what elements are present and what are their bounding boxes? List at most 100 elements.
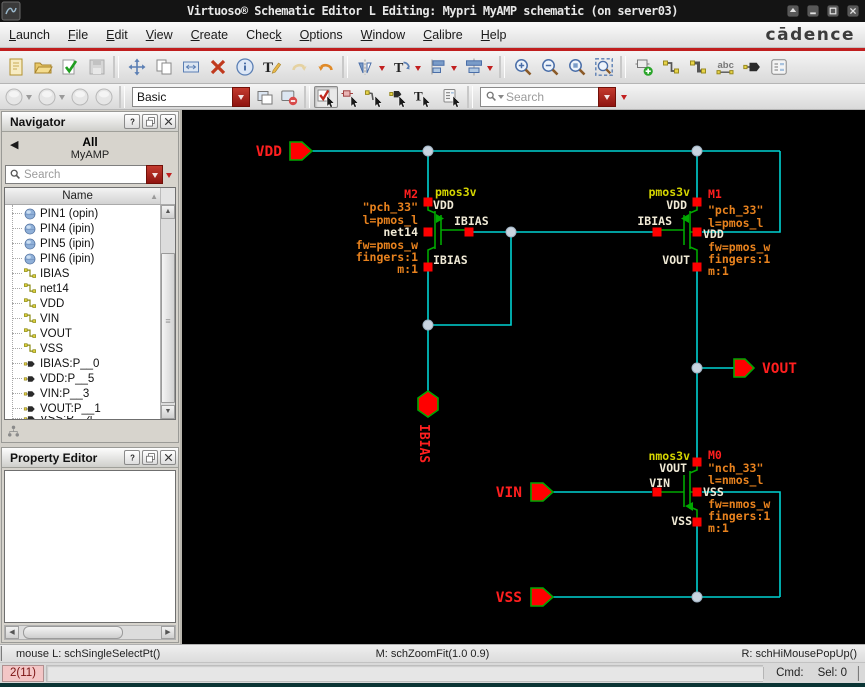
schematic-label[interactable]: VDD xyxy=(666,198,687,212)
schematic-label[interactable]: VSS xyxy=(496,590,522,606)
schematic-label[interactable]: VDD xyxy=(256,144,282,160)
create-label-button[interactable]: abc xyxy=(711,54,738,80)
terminal-square[interactable] xyxy=(692,227,702,237)
junction-dot[interactable] xyxy=(691,145,703,157)
schematic-label[interactable]: VIN xyxy=(496,485,522,501)
search-dropdown-button[interactable] xyxy=(598,86,616,107)
schematic-label[interactable]: VOUT xyxy=(762,361,797,377)
dropdown-arrow[interactable] xyxy=(26,95,32,103)
rotate-button[interactable]: T xyxy=(388,54,415,80)
tree-item-vout[interactable]: VOUT xyxy=(5,326,175,341)
edit-label-button[interactable]: T xyxy=(258,54,285,80)
terminal-square[interactable] xyxy=(652,227,662,237)
align-button[interactable] xyxy=(424,54,451,80)
schematic-label[interactable]: IBIAS xyxy=(416,424,431,463)
hierarchy-icon[interactable] xyxy=(6,424,21,439)
junction-dot[interactable] xyxy=(691,591,703,603)
sel-form-button[interactable] xyxy=(440,86,464,108)
tree-item-vout-p-1[interactable]: VOUT:P__1 xyxy=(5,401,175,416)
panel-help-button[interactable]: ? xyxy=(124,450,140,465)
pin-vdd[interactable] xyxy=(289,141,314,161)
pin-vss[interactable] xyxy=(530,587,555,607)
win-shade-button[interactable] xyxy=(784,4,801,19)
terminal-square[interactable] xyxy=(464,227,474,237)
pin-vout[interactable] xyxy=(733,358,756,378)
save-disabled-button[interactable] xyxy=(83,54,110,80)
menu-calibre[interactable]: Calibre xyxy=(414,28,472,42)
tree-item-ibias-p-0[interactable]: IBIAS:P__0 xyxy=(5,356,175,371)
scroll-down-arrow[interactable]: ▼ xyxy=(161,405,175,419)
schematic-label[interactable]: VOUT xyxy=(662,253,690,267)
terminal-square[interactable] xyxy=(692,262,702,272)
search-options-arrow[interactable] xyxy=(621,95,627,103)
schematic-label[interactable]: m:1 xyxy=(708,521,729,535)
nav-round-button[interactable] xyxy=(35,86,59,108)
back-arrow-icon[interactable]: ◀ xyxy=(10,138,18,151)
dropdown-arrow[interactable] xyxy=(487,65,493,74)
tree-item-ibias[interactable]: IBIAS xyxy=(5,266,175,281)
mirror-button[interactable] xyxy=(352,54,379,80)
toolbar-opt-button[interactable] xyxy=(277,86,301,108)
sel-all-button[interactable] xyxy=(314,85,338,108)
panel-float-button[interactable] xyxy=(142,450,158,465)
create-wire-button[interactable] xyxy=(657,54,684,80)
menu-create[interactable]: Create xyxy=(182,28,238,42)
win-min-button[interactable] xyxy=(804,4,821,19)
property-editor-header[interactable]: Property Editor ? xyxy=(2,448,178,468)
zoom-sel-button[interactable] xyxy=(563,54,590,80)
schematic-label[interactable]: IBIAS xyxy=(454,214,489,228)
menu-help[interactable]: Help xyxy=(472,28,516,42)
sel-pin-button[interactable] xyxy=(386,86,410,108)
junction-dot[interactable] xyxy=(422,145,434,157)
sort-arrow-icon[interactable]: ▲ xyxy=(150,192,158,201)
menu-file[interactable]: File xyxy=(59,28,97,42)
schematic-label[interactable]: pmos3v xyxy=(435,185,477,199)
copy-button[interactable] xyxy=(150,54,177,80)
schematic-label[interactable]: VSS xyxy=(671,514,692,528)
nav-round-button[interactable] xyxy=(2,86,26,108)
schematic-label[interactable]: VDD xyxy=(703,227,724,241)
zoom-fit-button[interactable] xyxy=(590,54,617,80)
junction-dot[interactable] xyxy=(505,226,517,238)
schematic-label[interactable]: IBIAS xyxy=(637,214,672,228)
scroll-right-arrow[interactable]: ▶ xyxy=(161,626,175,639)
open-folder-button[interactable] xyxy=(29,54,56,80)
menu-edit[interactable]: Edit xyxy=(97,28,137,42)
workspace-dropdown-button[interactable] xyxy=(232,86,250,107)
schematic-label[interactable]: VDD xyxy=(433,198,454,212)
palette-button[interactable] xyxy=(253,86,277,108)
create-pin-button[interactable] xyxy=(738,54,765,80)
sel-instance-button[interactable] xyxy=(338,86,362,108)
tree-item-pin6-ipin-[interactable]: PIN6 (ipin) xyxy=(5,251,175,266)
nav-round-button[interactable] xyxy=(68,86,92,108)
schematic-label[interactable]: pmos3v xyxy=(648,185,690,199)
schematic-label[interactable]: M1 xyxy=(708,187,722,201)
undo-button[interactable] xyxy=(285,54,312,80)
stretch-button[interactable] xyxy=(177,54,204,80)
tree-item-vss-p-4[interactable]: VSS:P__4 xyxy=(5,416,175,419)
dropdown-arrow[interactable] xyxy=(59,95,65,103)
distribute-button[interactable] xyxy=(460,54,487,80)
tree-item-vdd[interactable]: VDD xyxy=(5,296,175,311)
navigator-search[interactable]: Search xyxy=(2,163,178,186)
zoom-out-button[interactable] xyxy=(536,54,563,80)
workspace-combo[interactable]: Basic xyxy=(132,86,250,107)
terminal-square[interactable] xyxy=(692,517,702,527)
pin-ibias[interactable] xyxy=(417,390,439,418)
tree-item-pin4-ipin-[interactable]: PIN4 (ipin) xyxy=(5,221,175,236)
terminal-square[interactable] xyxy=(423,262,433,272)
create-wide-wire-button[interactable] xyxy=(684,54,711,80)
menu-check[interactable]: Check xyxy=(237,28,290,42)
toolbar-search-combo[interactable]: Search xyxy=(480,86,616,107)
tree-item-vin-p-3[interactable]: VIN:P__3 xyxy=(5,386,175,401)
create-instance-button[interactable] xyxy=(630,54,657,80)
schematic-label[interactable]: m:1 xyxy=(397,262,418,276)
terminal-square[interactable] xyxy=(692,487,702,497)
menu-options[interactable]: Options xyxy=(291,28,352,42)
dropdown-arrow[interactable] xyxy=(415,65,421,74)
menu-window[interactable]: Window xyxy=(352,28,414,42)
sel-label-button[interactable]: T xyxy=(410,86,434,108)
move-button[interactable] xyxy=(123,54,150,80)
schematic-label[interactable]: M2 xyxy=(404,187,418,201)
win-close-button[interactable] xyxy=(844,4,861,19)
